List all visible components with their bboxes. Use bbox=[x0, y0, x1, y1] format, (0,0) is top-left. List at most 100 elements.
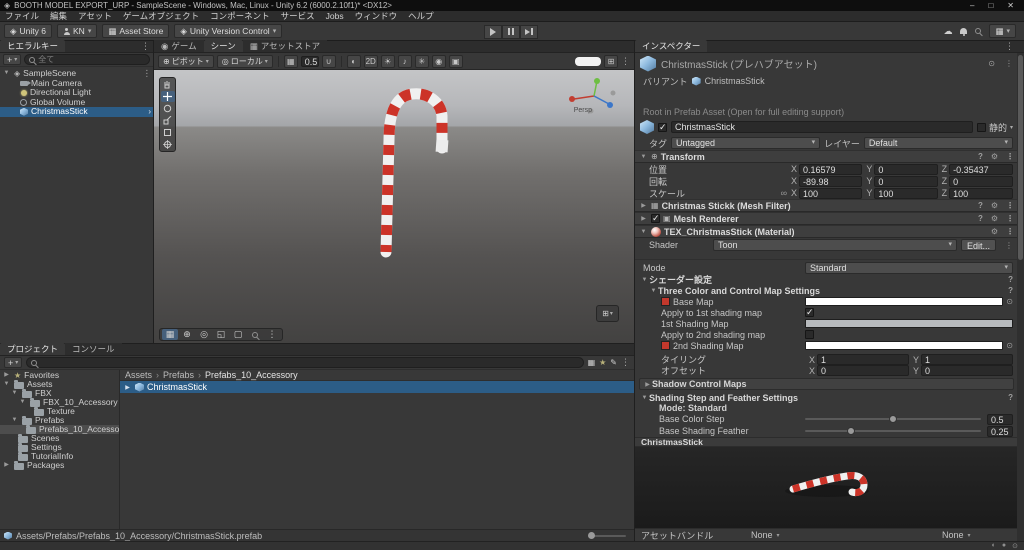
tree-assets[interactable]: Assets bbox=[0, 380, 119, 389]
rotate-tool-icon[interactable] bbox=[161, 103, 175, 114]
scale-constrain-icon[interactable]: ∞ bbox=[781, 188, 787, 198]
shader-settings-foldout[interactable]: シェーダー設定 ? bbox=[635, 274, 1018, 285]
menu-jobs[interactable]: Jobs bbox=[326, 11, 344, 21]
shader-menu-icon[interactable]: ⋮ bbox=[1005, 241, 1013, 250]
base-shading-feather-slider[interactable] bbox=[805, 427, 981, 435]
tab-console[interactable]: コンソール bbox=[65, 343, 122, 355]
transform-header[interactable]: ⊕ Transform ? ⚙ ⋮ bbox=[635, 150, 1018, 163]
first-shading-map-field[interactable] bbox=[805, 319, 1013, 328]
mesh-renderer-header[interactable]: ▣ Mesh Renderer ? ⚙ ⋮ bbox=[635, 212, 1018, 225]
hierarchy-search-input[interactable] bbox=[38, 55, 145, 64]
overlay-rotate-icon[interactable]: ◎ bbox=[196, 329, 212, 340]
tree-prefabs-10-accessory[interactable]: Prefabs_10_Accessory bbox=[0, 425, 119, 434]
material-menu-icon[interactable]: ⋮ bbox=[1006, 227, 1014, 236]
transform-preset-icon[interactable]: ⚙ bbox=[991, 152, 998, 161]
bake-status-icon[interactable]: ● bbox=[1002, 542, 1006, 550]
account-dropdown[interactable]: KN ▾ bbox=[57, 24, 98, 38]
tiling-x-field[interactable]: 1 bbox=[817, 354, 909, 365]
scene-visibility-eye-icon[interactable]: ◉ bbox=[431, 54, 446, 68]
menu-file[interactable]: ファイル bbox=[5, 10, 39, 22]
menu-services[interactable]: サービス bbox=[281, 10, 315, 22]
static-dropdown[interactable]: 静的 bbox=[976, 121, 1013, 134]
second-shading-map-picker-icon[interactable]: ⊙ bbox=[1006, 341, 1013, 350]
asset-preview[interactable] bbox=[635, 447, 1018, 528]
assetbundle-name-dropdown[interactable]: None bbox=[751, 530, 936, 540]
material-preset-icon[interactable]: ⚙ bbox=[991, 227, 998, 236]
menu-assets[interactable]: アセット bbox=[78, 10, 112, 22]
position-y-field[interactable]: 0 bbox=[874, 163, 938, 175]
menu-gameobject[interactable]: ゲームオブジェクト bbox=[123, 10, 199, 22]
shading-step-foldout[interactable]: Shading Step and Feather Settings ? bbox=[635, 392, 1018, 403]
mesh-renderer-help-icon[interactable]: ? bbox=[978, 214, 983, 223]
scene-camera-icon[interactable]: ▣ bbox=[448, 54, 463, 68]
transform-tool-icon[interactable] bbox=[161, 139, 175, 150]
base-map-color-field[interactable] bbox=[805, 297, 1004, 306]
scale-y-field[interactable]: 100 bbox=[874, 187, 938, 199]
cloud-icon[interactable]: ☁ bbox=[943, 26, 952, 37]
gizmos-dropdown[interactable]: ⊞ bbox=[604, 54, 618, 68]
grid-opacity-field[interactable]: 0.5 bbox=[300, 55, 319, 67]
gameobject-name-field[interactable] bbox=[671, 121, 973, 133]
overlay-rect-icon[interactable]: ▢ bbox=[230, 329, 246, 340]
open-prefab-arrow-icon[interactable]: › bbox=[148, 107, 151, 117]
mesh-filter-help-icon[interactable]: ? bbox=[978, 201, 983, 210]
static-checkbox[interactable] bbox=[976, 122, 986, 132]
gizmo-persp-label[interactable]: Persp bbox=[574, 107, 592, 114]
mesh-renderer-menu-icon[interactable]: ⋮ bbox=[1006, 214, 1014, 223]
layer-dropdown[interactable]: Default bbox=[863, 137, 1013, 149]
candy-cane-model[interactable] bbox=[154, 70, 634, 343]
rotation-y-field[interactable]: 0 bbox=[874, 175, 938, 187]
shadow-control-maps-foldout[interactable]: Shadow Control Maps bbox=[639, 378, 1014, 390]
console-status-icon[interactable]: ⊙ bbox=[1012, 542, 1018, 550]
second-shading-map-color-field[interactable] bbox=[805, 341, 1004, 350]
asset-store-button[interactable]: ▦ Asset Store bbox=[102, 24, 170, 38]
mesh-renderer-foldout-icon[interactable] bbox=[639, 215, 648, 222]
mesh-filter-preset-icon[interactable]: ⚙ bbox=[991, 201, 998, 210]
scene-lighting-icon[interactable]: ☀ bbox=[380, 54, 395, 68]
material-header[interactable]: TEX_ChristmasStick (Material) ⚙ ⋮ bbox=[635, 225, 1018, 238]
assetbundle-variant-dropdown[interactable]: None bbox=[942, 530, 1012, 540]
rotation-x-field[interactable]: -89.98 bbox=[799, 175, 863, 187]
pause-button[interactable] bbox=[502, 24, 520, 39]
overlay-move-icon[interactable]: ⊕ bbox=[179, 329, 195, 340]
hierarchy-menu-icon[interactable]: ⋮ bbox=[138, 41, 153, 52]
material-foldout-icon[interactable] bbox=[639, 229, 648, 235]
second-shading-map-thumb[interactable] bbox=[661, 341, 670, 350]
scene-audio-icon[interactable]: ♪ bbox=[397, 54, 412, 68]
project-search[interactable] bbox=[26, 357, 584, 368]
offset-x-field[interactable]: 0 bbox=[817, 365, 909, 376]
tiling-y-field[interactable]: 1 bbox=[921, 354, 1013, 365]
project-item-christmasstick[interactable]: ChristmasStick bbox=[120, 381, 634, 393]
tab-project[interactable]: プロジェクト bbox=[0, 343, 66, 355]
transform-help-icon[interactable]: ? bbox=[978, 152, 983, 161]
edit-filter-icon[interactable]: ✎ bbox=[610, 358, 617, 367]
grid-visibility-icon[interactable]: ▦ bbox=[283, 54, 298, 68]
menu-help[interactable]: ヘルプ bbox=[408, 10, 434, 22]
scale-z-field[interactable]: 100 bbox=[949, 187, 1013, 199]
menu-window[interactable]: ウィンドウ bbox=[355, 10, 398, 22]
pivot-dropdown[interactable]: ⊕ ピボット ▾ bbox=[158, 54, 214, 68]
prefab-pin-icon[interactable]: ⊙ bbox=[988, 59, 995, 68]
tab-inspector[interactable]: インスペクター bbox=[635, 40, 708, 52]
prefab-header-menu-icon[interactable]: ⋮ bbox=[1005, 59, 1013, 68]
scale-x-field[interactable]: 100 bbox=[799, 187, 863, 199]
activity-progress-icon[interactable]: ◐ bbox=[992, 542, 996, 550]
version-control-dropdown[interactable]: ◈ Unity Version Control ▾ bbox=[174, 24, 283, 38]
apply-2nd-checkbox[interactable] bbox=[805, 330, 814, 339]
scene-foldout-icon[interactable] bbox=[2, 69, 11, 79]
three-color-help-icon[interactable]: ? bbox=[1008, 286, 1013, 295]
overlay-search-icon[interactable] bbox=[247, 329, 263, 340]
minimize-button[interactable]: – bbox=[970, 1, 974, 10]
transform-foldout-icon[interactable] bbox=[639, 154, 648, 160]
hierarchy-search[interactable] bbox=[24, 54, 150, 65]
menu-edit[interactable]: 編集 bbox=[50, 10, 67, 22]
mesh-renderer-enabled-checkbox[interactable] bbox=[651, 213, 660, 224]
overlay-grid-icon[interactable]: ▦ bbox=[162, 329, 178, 340]
scene-search-pill[interactable] bbox=[575, 56, 601, 66]
move-tool-icon[interactable] bbox=[160, 91, 175, 102]
mesh-renderer-preset-icon[interactable]: ⚙ bbox=[991, 214, 998, 223]
shading-step-help-icon[interactable]: ? bbox=[1008, 393, 1013, 402]
position-z-field[interactable]: -0.35437 bbox=[949, 163, 1013, 175]
base-shading-feather-field[interactable]: 0.25 bbox=[987, 425, 1013, 437]
tree-packages[interactable]: Packages bbox=[0, 461, 119, 470]
